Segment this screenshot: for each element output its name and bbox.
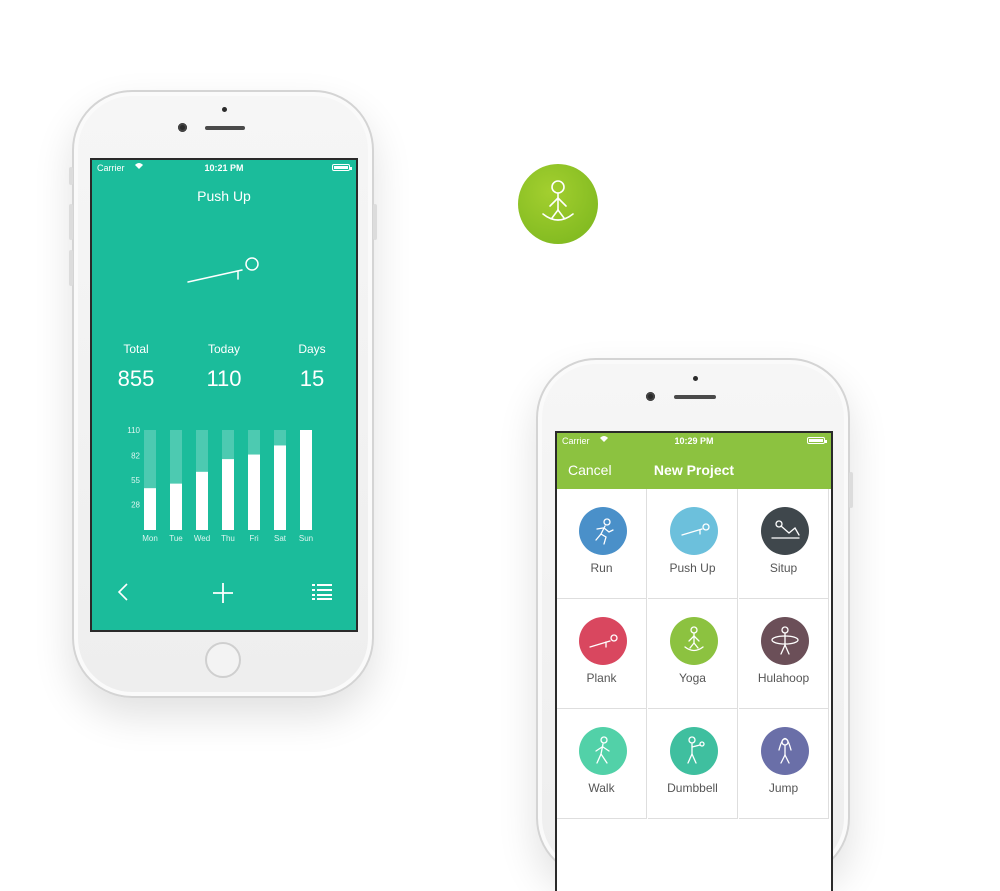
battery-icon: [807, 437, 827, 444]
weekly-bar-chart: 110 82 55 28 Mon Tue Wed Thu Fri Sat Sun: [127, 426, 313, 543]
page-title: Push Up: [197, 188, 251, 204]
exercise-option-dumbbell[interactable]: Dumbbell: [648, 709, 738, 819]
stat-days: Days 15: [272, 342, 352, 392]
pushup-screen: Carrier 10:21 PM Push Up Total 855 Today…: [90, 158, 358, 632]
y-tick-label: 55: [131, 476, 140, 485]
list-button[interactable]: [312, 583, 332, 606]
cancel-button[interactable]: Cancel: [568, 462, 612, 478]
stat-value: 855: [117, 366, 155, 391]
status-time: 10:21 PM: [204, 163, 244, 173]
exercise-option-yoga[interactable]: Yoga: [648, 599, 738, 709]
y-tick-label: 110: [127, 426, 140, 435]
yoga-icon: [670, 617, 718, 665]
x-tick-label: Sun: [299, 534, 313, 543]
exercise-name: Walk: [588, 781, 615, 795]
exercise-name: Push Up: [669, 561, 716, 575]
chevron-left-icon: [117, 583, 128, 601]
new-project-screen: Carrier 10:29 PM New Project Cancel Run P…: [555, 431, 833, 891]
plus-icon: [213, 583, 233, 603]
stat-value: 110: [206, 366, 242, 391]
x-tick-label: Mon: [142, 534, 158, 543]
exercise-name: Yoga: [679, 671, 706, 685]
stat-label: Total: [123, 342, 149, 356]
x-tick-label: Tue: [169, 534, 183, 543]
jump-rope-icon: [761, 727, 809, 775]
run-icon: [579, 507, 627, 555]
status-time: 10:29 PM: [674, 436, 714, 446]
home-button[interactable]: [205, 642, 241, 678]
exercise-option-situp[interactable]: Situp: [739, 489, 829, 599]
app-logo: [518, 164, 598, 244]
exercise-option-plank[interactable]: Plank: [557, 599, 647, 709]
push-up-icon: [187, 257, 259, 283]
yoga-meditation-icon: [542, 180, 574, 221]
phone-left: Carrier 10:21 PM Push Up Total 855 Today…: [69, 90, 377, 698]
hulahoop-icon: [761, 617, 809, 665]
x-tick-label: Sat: [274, 534, 287, 543]
nav-bar: Carrier 10:29 PM New Project Cancel: [557, 433, 831, 489]
situp-icon: [761, 507, 809, 555]
x-tick-label: Fri: [249, 534, 259, 543]
x-tick-label: Wed: [194, 534, 210, 543]
stat-label: Today: [207, 342, 241, 356]
exercise-option-hulahoop[interactable]: Hulahoop: [739, 599, 829, 709]
y-tick-label: 82: [131, 451, 140, 460]
status-bar: Carrier 10:29 PM: [557, 433, 831, 449]
dumbbell-icon: [670, 727, 718, 775]
plank-icon: [579, 617, 627, 665]
bar-sun: [300, 430, 312, 530]
bar-tue: [170, 483, 182, 530]
bar-thu: [222, 459, 234, 530]
bar-sat: [274, 445, 286, 530]
add-button[interactable]: [211, 581, 235, 610]
status-bar: Carrier 10:21 PM: [92, 160, 356, 176]
x-tick-label: Thu: [221, 534, 235, 543]
list-icon: [312, 584, 332, 600]
exercise-option-push-up[interactable]: Push Up: [648, 489, 738, 599]
stat-label: Days: [298, 342, 326, 356]
exercise-name: Plank: [586, 671, 617, 685]
stat-value: 15: [299, 366, 325, 391]
walk-icon: [579, 727, 627, 775]
stat-total: Total 855: [96, 342, 176, 392]
exercise-option-run[interactable]: Run: [557, 489, 647, 599]
bar-mon: [144, 488, 156, 530]
phone-right: Carrier 10:29 PM New Project Cancel Run P…: [536, 358, 853, 891]
exercise-name: Situp: [769, 561, 798, 575]
exercise-name: Jump: [768, 781, 799, 795]
exercise-name: Dumbbell: [667, 781, 718, 795]
y-tick-label: 28: [131, 501, 140, 510]
push-up-icon: [670, 507, 718, 555]
exercise-name: Hulahoop: [757, 671, 810, 685]
exercise-option-walk[interactable]: Walk: [557, 709, 647, 819]
back-button[interactable]: [116, 582, 130, 607]
exercise-option-jump[interactable]: Jump: [739, 709, 829, 819]
bar-wed: [196, 471, 208, 530]
bar-fri: [248, 454, 260, 530]
exercise-name: Run: [590, 561, 613, 575]
battery-icon: [332, 164, 352, 171]
stat-today: Today 110: [184, 342, 264, 392]
